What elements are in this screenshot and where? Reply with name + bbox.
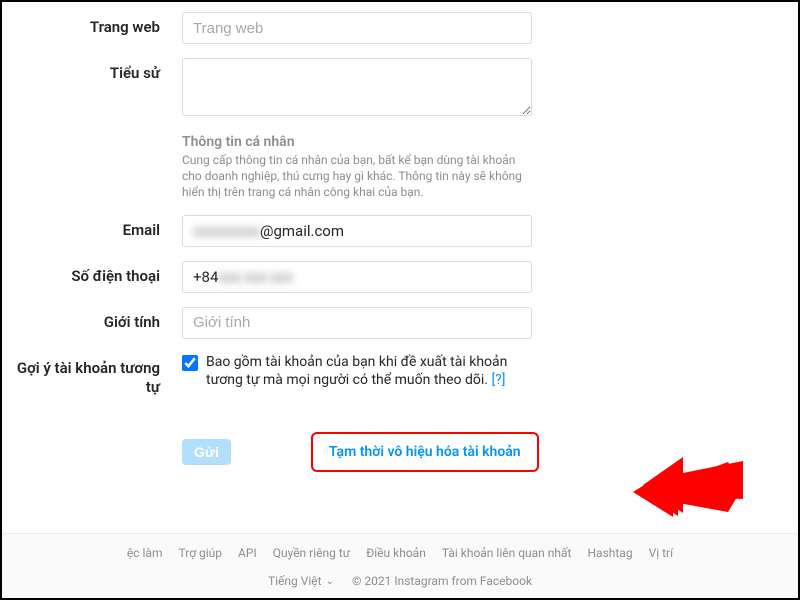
email-label: Email (12, 215, 182, 239)
help-link[interactable]: [?] (491, 372, 505, 388)
similar-accounts-row: Gợi ý tài khoản tương tự Bao gồm tài kho… (12, 353, 738, 398)
phone-label: Số điện thoại (12, 261, 182, 285)
submit-button[interactable]: Gửi (182, 439, 231, 465)
footer-link[interactable]: Điều khoản (366, 546, 426, 560)
personal-info-heading: Thông tin cá nhân (182, 134, 532, 150)
footer-link[interactable]: Trợ giúp (179, 546, 223, 560)
copyright-text: © 2021 Instagram from Facebook (352, 574, 532, 588)
website-label: Trang web (12, 12, 182, 36)
footer-link[interactable]: Vị trí (649, 546, 674, 560)
footer-link[interactable]: ệc làm (127, 546, 163, 560)
bio-label: Tiểu sử (12, 58, 182, 82)
chevron-down-icon: ⌄ (326, 576, 334, 587)
gender-label: Giới tính (12, 307, 182, 331)
language-selector[interactable]: Tiếng Việt ⌄ (268, 574, 334, 588)
personal-info-desc: Cung cấp thông tin cá nhân của bạn, bất … (182, 152, 532, 201)
similar-accounts-checkbox[interactable] (182, 355, 198, 371)
footer-links: ệc làm Trợ giúp API Quyền riêng tư Điều … (10, 546, 790, 560)
submit-row: Gửi Tạm thời vô hiệu hóa tài khoản (12, 412, 738, 472)
email-row: Email xxxxxxxxx@gmail.com (12, 215, 738, 247)
disable-account-link[interactable]: Tạm thời vô hiệu hóa tài khoản (311, 432, 539, 472)
website-input[interactable] (182, 12, 532, 44)
phone-input[interactable]: +84 xxx xxx xxx (182, 261, 532, 293)
bio-row: Tiểu sử (12, 58, 738, 120)
footer-link[interactable]: Tài khoản liên quan nhất (442, 546, 572, 560)
bio-textarea[interactable] (182, 58, 532, 116)
page-footer: ệc làm Trợ giúp API Quyền riêng tư Điều … (2, 533, 798, 598)
phone-row: Số điện thoại +84 xxx xxx xxx (12, 261, 738, 293)
website-row: Trang web (12, 12, 738, 44)
profile-edit-form: Trang web Tiểu sử Thông tin cá nhân Cung… (2, 2, 798, 496)
gender-input[interactable] (182, 307, 532, 339)
personal-info-section: Thông tin cá nhân Cung cấp thông tin cá … (12, 134, 738, 201)
similar-accounts-label: Gợi ý tài khoản tương tự (12, 353, 182, 398)
footer-link[interactable]: Hashtag (587, 546, 632, 560)
similar-accounts-text: Bao gồm tài khoản của bạn khi đề xuất tà… (206, 353, 532, 391)
gender-row: Giới tính (12, 307, 738, 339)
footer-link[interactable]: Quyền riêng tư (273, 546, 350, 560)
email-input[interactable]: xxxxxxxxx@gmail.com (182, 215, 532, 247)
footer-link[interactable]: API (238, 546, 257, 560)
